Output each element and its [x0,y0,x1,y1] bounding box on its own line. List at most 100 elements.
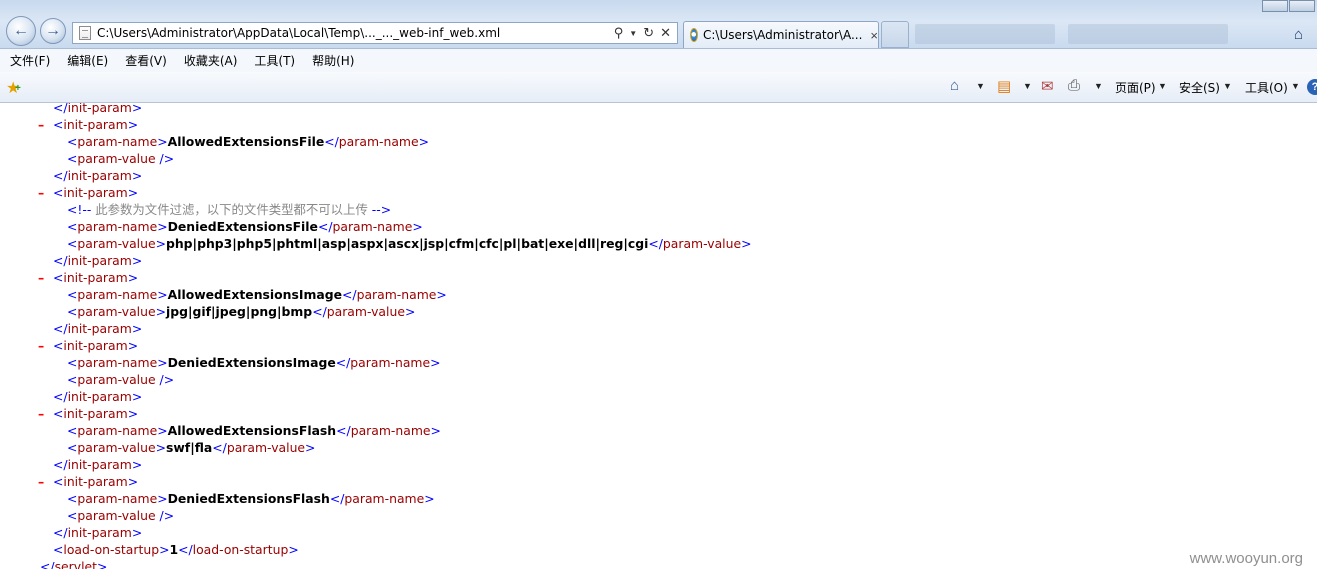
forward-button[interactable]: → [40,18,66,44]
collapse-toggle[interactable]: – [38,184,44,201]
chevron-down-icon[interactable]: ▼ [1223,81,1232,91]
menu-file[interactable]: 文件(F) [10,52,50,69]
xml-tag-punctuation: </ [336,423,351,438]
menu-edit[interactable]: 编辑(E) [67,52,108,69]
xml-tag-punctuation: > [436,287,447,302]
add-favorite-star-icon[interactable]: ★ [6,78,21,98]
xml-tag-punctuation: > [424,491,435,506]
xml-tag-punctuation: </ [40,559,55,569]
xml-tag-punctuation: > [157,287,168,302]
xml-tag-name: init-param [63,406,128,421]
xml-tag-punctuation: > [127,338,139,353]
menu-view[interactable]: 查看(V) [125,52,167,69]
menu-help[interactable]: 帮助(H) [312,52,354,69]
xml-tag-punctuation: > [305,440,316,455]
print-icon[interactable]: ⎙ [1068,77,1080,94]
page-menu-button[interactable]: 页面(P) [1115,79,1156,96]
xml-line-text: </init-param> [53,456,142,473]
xml-tag-punctuation: /> [155,508,175,523]
xml-tag-punctuation: < [53,185,64,200]
tab-current-document[interactable]: C:\Users\Administrator\A... × [683,21,879,48]
new-tab-button[interactable] [881,21,909,48]
background-window-ghost [915,24,1055,44]
chevron-down-icon[interactable]: ▼ [1023,81,1032,91]
xml-tag-name: param-name [338,134,419,149]
browser-title-bar: ← → C:\Users\Administrator\AppData\Local… [0,0,1317,49]
xml-tag-punctuation: > [127,406,139,421]
xml-tag-name: param-value [77,151,156,166]
address-text[interactable]: C:\Users\Administrator\AppData\Local\Tem… [97,26,614,40]
refresh-icon[interactable]: ↻ [643,25,654,41]
xml-tag-name: param-value [226,440,306,455]
chevron-down-icon[interactable]: ▼ [1094,81,1103,91]
xml-tag-punctuation: > [155,440,166,455]
xml-text-value: AllowedExtensionsFile [167,134,325,149]
xml-tag-punctuation: > [131,168,143,183]
stop-icon[interactable]: ✕ [660,25,671,41]
menu-tools[interactable]: 工具(T) [254,52,295,69]
xml-tag-punctuation: > [155,304,166,319]
chevron-down-icon[interactable]: ▼ [976,81,985,91]
back-button[interactable]: ← [6,16,36,46]
xml-tag-name: param-name [77,219,158,234]
safety-menu-button[interactable]: 安全(S) [1179,79,1220,96]
maximize-button[interactable] [1289,0,1315,12]
xml-tag-punctuation: > [430,423,441,438]
xml-tag-punctuation: <!-- [67,202,92,217]
xml-tag-punctuation: > [157,355,168,370]
xml-tag-punctuation: </ [53,103,68,115]
xml-text-value: DeniedExtensionsImage [167,355,336,370]
xml-tag-name: init-param [67,321,132,336]
chevron-down-icon[interactable]: ▼ [629,29,637,38]
close-icon[interactable]: × [870,28,878,43]
watermark: www.wooyun.org [1189,550,1303,567]
collapse-toggle[interactable]: – [38,337,44,354]
minimize-button[interactable] [1262,0,1288,12]
xml-tag-name: init-param [67,457,132,472]
xml-tag-name: param-name [77,491,158,506]
xml-line-text: <param-value /> [67,150,174,167]
rss-feed-icon[interactable]: ▤ [997,77,1011,95]
xml-tag-punctuation: </ [648,236,663,251]
chevron-down-icon[interactable]: ▼ [1291,81,1300,91]
xml-tag-name: param-value [77,372,156,387]
xml-text-value: 1 [169,542,179,557]
read-mail-icon[interactable]: ✉ [1041,77,1054,95]
menu-favorites[interactable]: 收藏夹(A) [184,52,238,69]
xml-tag-name: param-value [77,304,156,319]
xml-tag-punctuation: > [157,134,168,149]
xml-tag-punctuation: </ [312,304,327,319]
xml-tag-punctuation: > [157,423,168,438]
help-icon[interactable]: ? [1307,79,1317,95]
home-icon[interactable]: ⌂ [950,77,959,94]
home-icon[interactable]: ⌂ [1294,26,1303,43]
collapse-toggle[interactable]: – [38,269,44,286]
collapse-toggle[interactable]: – [38,116,44,133]
collapse-toggle[interactable]: – [38,405,44,422]
xml-tag-punctuation: > [127,270,139,285]
xml-tag-name: param-name [350,423,431,438]
ie-logo-icon [690,28,698,42]
xml-tag-name: param-name [77,355,158,370]
xml-tag-name: param-name [332,219,413,234]
xml-tag-punctuation: < [67,508,78,523]
xml-tag-name: init-param [67,389,132,404]
xml-tag-name: init-param [63,185,128,200]
tools-menu-button[interactable]: 工具(O) [1245,79,1288,96]
xml-tag-punctuation: > [741,236,752,251]
xml-tag-name: param-name [77,423,158,438]
xml-tag-punctuation: </ [335,355,351,370]
xml-tag-punctuation: < [67,151,78,166]
xml-tag-name: init-param [67,253,132,268]
address-bar[interactable]: C:\Users\Administrator\AppData\Local\Tem… [72,22,678,44]
xml-tag-name: init-param [63,474,128,489]
chevron-down-icon[interactable]: ▼ [1158,81,1167,91]
xml-tag-punctuation: </ [324,134,339,149]
menu-bar: 文件(F) 编辑(E) 查看(V) 收藏夹(A) 工具(T) 帮助(H) [0,49,1317,72]
xml-tag-punctuation: < [67,372,78,387]
xml-tag-punctuation: < [53,338,64,353]
xml-line-text: <param-name>AllowedExtensionsFlash</para… [67,422,441,439]
search-icon[interactable]: ⚲ [614,25,624,41]
collapse-toggle[interactable]: – [38,473,44,490]
xml-tag-punctuation: </ [329,491,345,506]
